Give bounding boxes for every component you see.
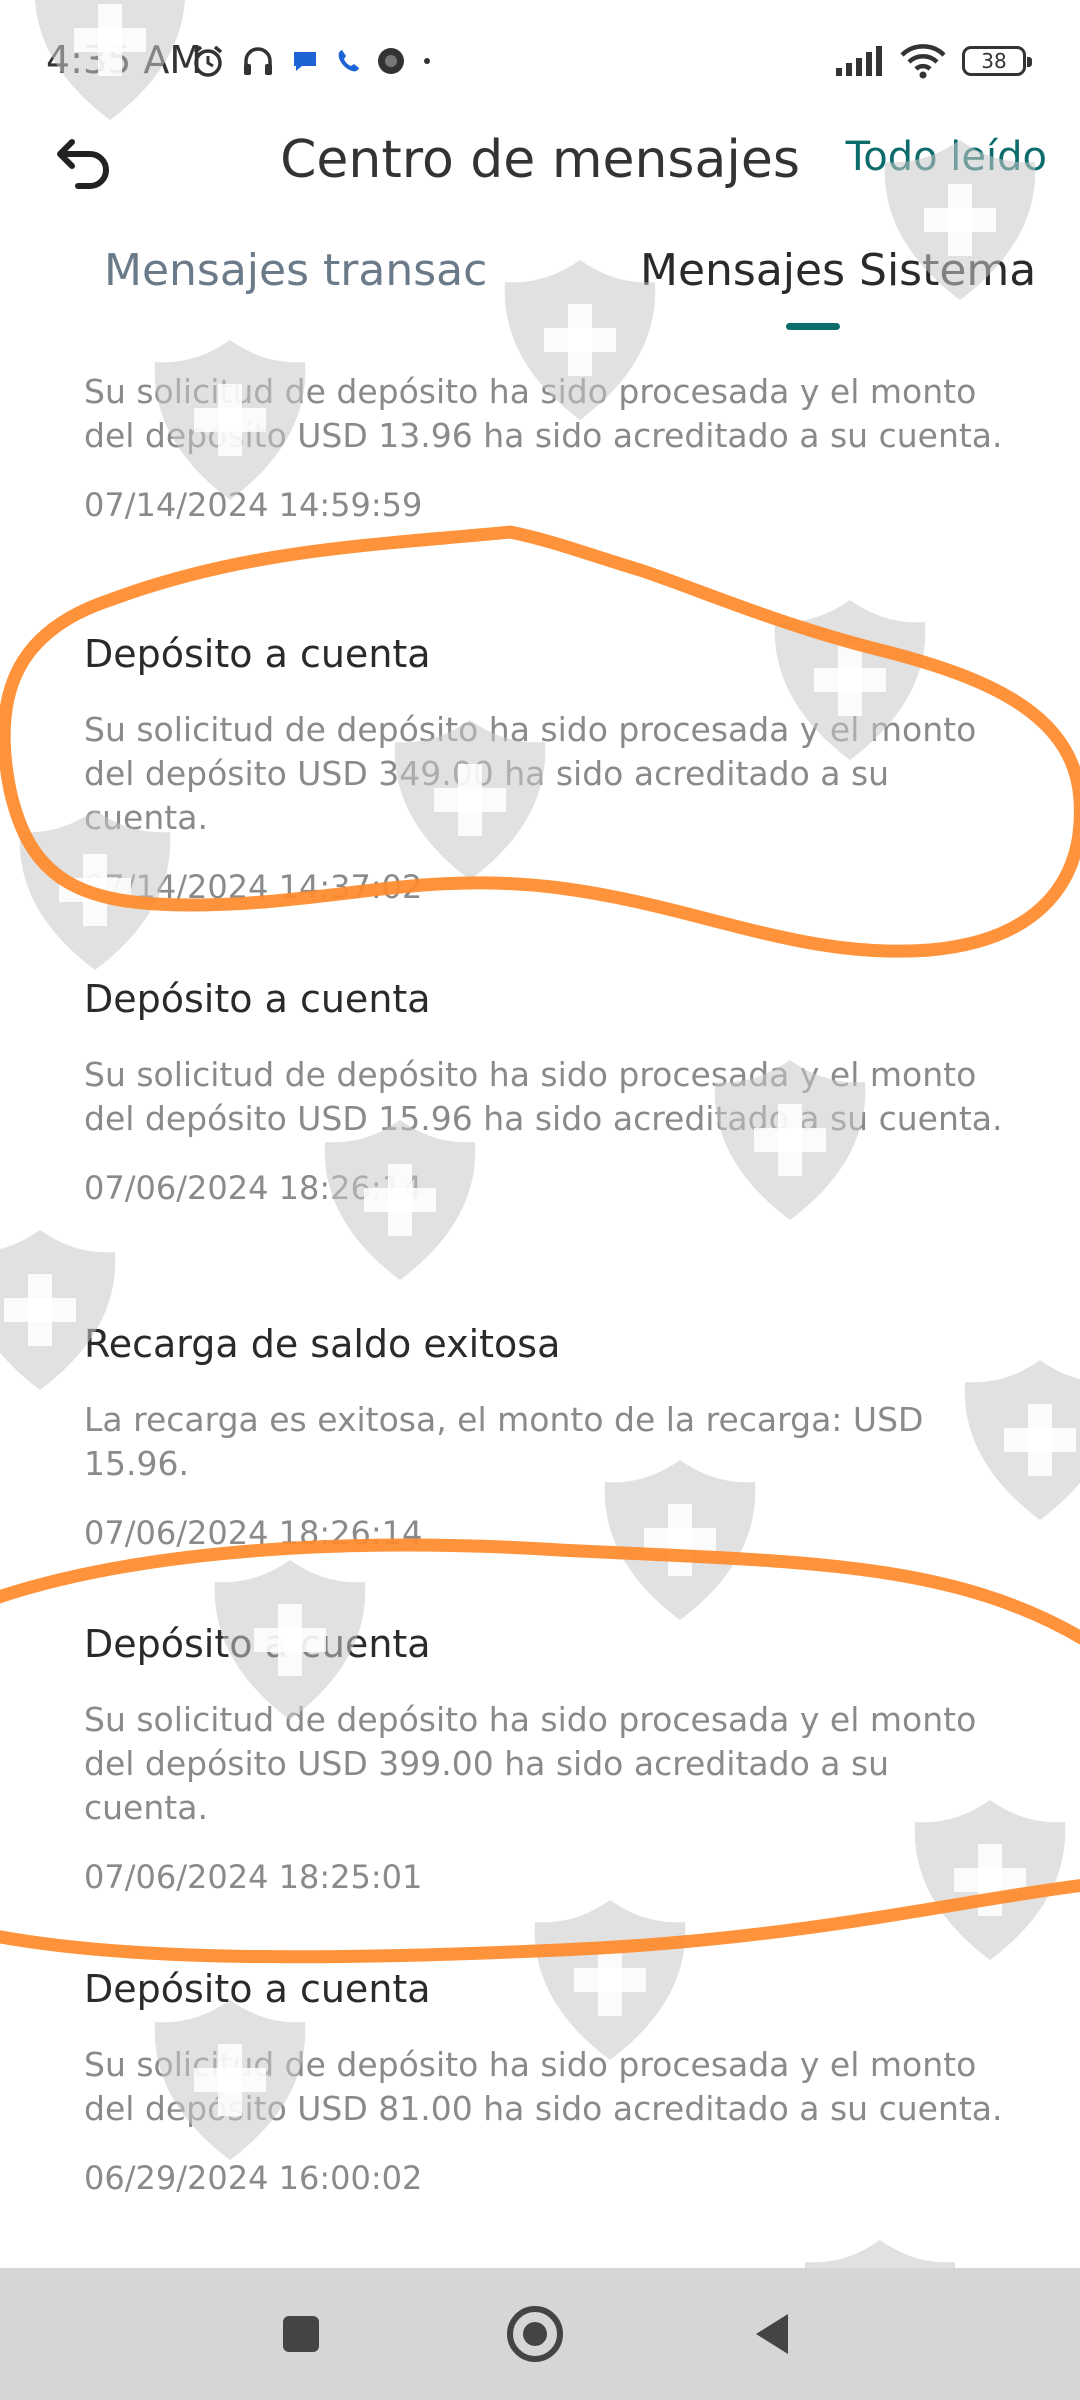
- home-button[interactable]: [503, 2302, 567, 2366]
- message-date: 07/14/2024 14:59:59: [84, 486, 423, 524]
- status-notification-icons: [190, 38, 434, 84]
- message-body: Su solicitud de depósito ha sido procesa…: [84, 1700, 977, 1827]
- mark-all-read-button[interactable]: Todo leído: [846, 134, 1047, 180]
- headset-icon: [244, 47, 272, 75]
- list-item[interactable]: Depósito a cuenta Su solicitud de depósi…: [84, 1965, 1004, 2199]
- message-body: Su solicitud de depósito ha sido procesa…: [84, 372, 1003, 455]
- message-title: Recarga de saldo exitosa: [84, 1322, 561, 1366]
- message-date: 07/14/2024 14:37:02: [84, 868, 423, 906]
- active-tab-indicator: [786, 323, 840, 330]
- message-date: 07/06/2024 18:26:14: [84, 1169, 423, 1207]
- phone-icon: [338, 50, 359, 72]
- message-date: 07/06/2024 18:26:14: [84, 1514, 423, 1552]
- wifi-icon: [900, 44, 946, 79]
- recents-square-icon: [283, 2316, 319, 2352]
- message-title: Depósito a cuenta: [84, 632, 431, 676]
- message-body: Su solicitud de depósito ha sido procesa…: [84, 710, 977, 837]
- status-bar: 4:35 AM 38: [0, 0, 1080, 120]
- status-time: 4:35 AM: [46, 38, 203, 82]
- battery-icon: 38: [962, 46, 1032, 76]
- home-circle-icon: [507, 2306, 563, 2362]
- list-item[interactable]: Depósito a cuenta Su solicitud de depósi…: [84, 975, 1004, 1209]
- message-body: Su solicitud de depósito ha sido procesa…: [84, 2045, 1003, 2128]
- message-date: 06/29/2024 16:00:02: [84, 2159, 423, 2197]
- message-body: Su solicitud de depósito ha sido procesa…: [84, 1055, 1003, 1138]
- message-date: 07/06/2024 18:25:01: [84, 1858, 423, 1896]
- message-title: Depósito a cuenta: [84, 1622, 431, 1666]
- message-title: Depósito a cuenta: [84, 1967, 431, 2011]
- alarm-icon: [193, 45, 223, 77]
- app-icon: [378, 48, 404, 74]
- message-body: La recarga es exitosa, el monto de la re…: [84, 1400, 924, 1483]
- list-item[interactable]: Recarga de saldo exitosa La recarga es e…: [84, 1320, 1004, 1554]
- dot-icon: [424, 58, 430, 64]
- chat-icon: [294, 52, 316, 71]
- nav-back-button[interactable]: [740, 2302, 804, 2366]
- list-item[interactable]: Su solicitud de depósito ha sido procesa…: [84, 370, 1004, 526]
- message-tabs: Mensajes transac Mensajes Sistema: [0, 245, 1080, 335]
- signal-icon: [836, 46, 882, 76]
- message-title: Depósito a cuenta: [84, 977, 431, 1021]
- tab-system-messages[interactable]: Mensajes Sistema: [640, 245, 1036, 296]
- back-triangle-icon: [756, 2314, 788, 2354]
- header: Centro de mensajes Todo leído: [0, 110, 1080, 240]
- tab-transaction-messages[interactable]: Mensajes transac: [104, 245, 487, 296]
- recents-button[interactable]: [269, 2302, 333, 2366]
- status-system-icons: 38: [834, 38, 1032, 84]
- list-item[interactable]: Depósito a cuenta Su solicitud de depósi…: [84, 630, 1004, 908]
- list-item[interactable]: Depósito a cuenta Su solicitud de depósi…: [84, 1620, 1004, 1898]
- system-nav-bar: [0, 2268, 1080, 2400]
- battery-level: 38: [981, 49, 1007, 73]
